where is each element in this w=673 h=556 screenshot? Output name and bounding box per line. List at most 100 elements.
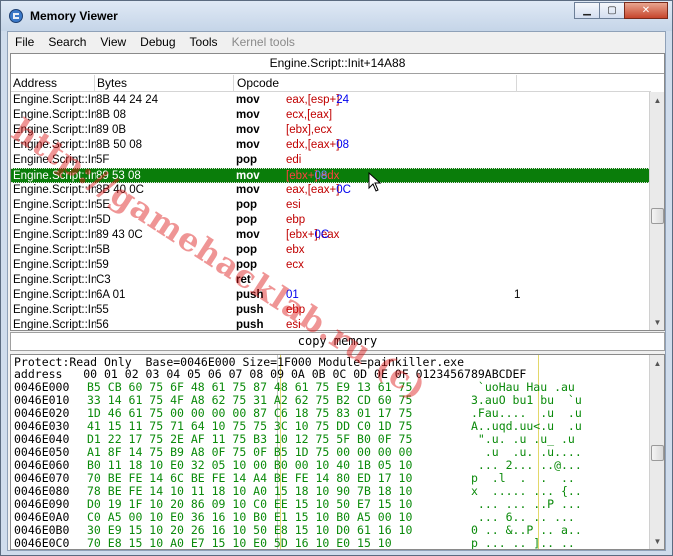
disassembler-view[interactable]: Engine.Script::Init+14A88 Address Bytes … bbox=[10, 53, 665, 331]
row-address: Engine.Script::Init bbox=[13, 94, 96, 106]
row-mnemonic: pop bbox=[236, 244, 258, 256]
disassembler-row[interactable]: Engine.Script::Init 8B 40 0C mov eax,[eax+ 0… bbox=[11, 183, 651, 198]
memory-viewer-window: Memory Viewer ▁ ▢ ✕ File Search View Debug T… bbox=[0, 0, 673, 556]
hex-scrollbar[interactable]: ▲ ▼ bbox=[649, 355, 664, 549]
client-area: File Search View Debug Tools Kernel tools Eng… bbox=[7, 31, 666, 551]
row-operands: ebx bbox=[286, 244, 305, 256]
disassembler-row[interactable]: Engine.Script::Init C3 ret bbox=[11, 273, 651, 288]
row-operands: [ebx+ 0C],eax bbox=[286, 229, 340, 241]
menu-file[interactable]: File bbox=[8, 32, 41, 52]
row-bytes: 5F bbox=[96, 154, 110, 166]
hex-row-bytes[interactable]: 70 E8 15 10 A0 E7 15 10 E0 5D 16 10 E0 1… bbox=[87, 537, 399, 550]
menu-search[interactable]: Search bbox=[41, 32, 93, 52]
disassembler-row[interactable]: Engine.Script::Init 59 pop ecx bbox=[11, 258, 651, 273]
row-extra: 1 bbox=[514, 289, 521, 301]
row-mnemonic: push bbox=[236, 289, 264, 301]
row-mnemonic: mov bbox=[236, 139, 260, 151]
disassembler-row-selected[interactable]: Engine.Script::Init 89 53 08 mov [ebx+ 08],e… bbox=[11, 168, 651, 183]
row-address: Engine.Script::Init bbox=[13, 124, 96, 136]
row-mnemonic: pop bbox=[236, 259, 258, 271]
row-operands: ecx,[eax] bbox=[286, 109, 333, 121]
row-bytes: 55 bbox=[96, 304, 109, 316]
row-mnemonic: pop bbox=[236, 154, 258, 166]
column-address[interactable]: Address bbox=[13, 76, 57, 90]
hex-scroll-thumb[interactable] bbox=[651, 445, 664, 461]
row-operands: edx,[eax+ 08] bbox=[286, 139, 349, 151]
menu-bar: File Search View Debug Tools Kernel tools bbox=[8, 32, 665, 52]
menu-kernel-tools: Kernel tools bbox=[231, 35, 295, 49]
minimize-button[interactable]: ▁ bbox=[574, 2, 600, 19]
disassembler-row[interactable]: Engine.Script::Init 6A 01 push 01 1 bbox=[11, 288, 651, 303]
scroll-up-icon[interactable]: ▲ bbox=[650, 92, 664, 108]
row-bytes: 8B 44 24 24 bbox=[96, 94, 159, 106]
scroll-up-icon[interactable]: ▲ bbox=[650, 355, 664, 371]
row-bytes: 6A 01 bbox=[96, 289, 126, 301]
mouse-cursor-icon bbox=[368, 172, 382, 192]
disassembler-row[interactable]: Engine.Script::Init 89 43 0C mov [ebx+ 0C],e… bbox=[11, 228, 651, 243]
menu-tools[interactable]: Tools bbox=[183, 32, 225, 52]
row-bytes: 5D bbox=[96, 214, 111, 226]
row-operands: ecx bbox=[286, 259, 304, 271]
row-mnemonic: mov bbox=[236, 170, 260, 182]
disassembler-row[interactable]: Engine.Script::Init 56 push esi bbox=[11, 318, 651, 331]
row-address: Engine.Script::Init bbox=[13, 274, 96, 286]
disassembler-row[interactable]: Engine.Script::Init 8B 50 08 mov edx,[eax+ 0… bbox=[11, 138, 651, 153]
row-address: Engine.Script::Init bbox=[13, 214, 96, 226]
row-mnemonic: pop bbox=[236, 214, 258, 226]
current-address-header[interactable]: Engine.Script::Init+14A88 bbox=[11, 54, 664, 74]
disassembler-row[interactable]: Engine.Script::Init 8B 44 24 24 mov eax,[es… bbox=[11, 93, 651, 108]
hex-row-address: 0046E0C0 bbox=[14, 536, 70, 550]
disassembler-row[interactable]: Engine.Script::Init 5F pop edi bbox=[11, 153, 651, 168]
title-bar[interactable]: Memory Viewer ▁ ▢ ✕ bbox=[1, 1, 672, 31]
disassembler-scrollbar[interactable]: ▲ ▼ bbox=[649, 92, 664, 330]
row-mnemonic: mov bbox=[236, 229, 260, 241]
row-bytes: 5E bbox=[96, 199, 111, 211]
row-mnemonic: mov bbox=[236, 94, 260, 106]
column-divider[interactable] bbox=[233, 75, 234, 92]
menu-debug[interactable]: Debug bbox=[133, 32, 182, 52]
disassembler-row[interactable]: Engine.Script::Init 5D pop ebp bbox=[11, 213, 651, 228]
row-address: Engine.Script::Init bbox=[13, 259, 96, 271]
hex-row-ascii[interactable]: p ... .. ].. .. bbox=[471, 537, 575, 550]
disassembler-scroll-thumb[interactable] bbox=[651, 208, 664, 224]
column-divider[interactable] bbox=[94, 75, 95, 92]
row-mnemonic: push bbox=[236, 304, 264, 316]
row-address: Engine.Script::Init bbox=[13, 184, 96, 196]
row-bytes: 59 bbox=[96, 259, 109, 271]
maximize-button[interactable]: ▢ bbox=[599, 2, 625, 19]
column-divider[interactable] bbox=[516, 75, 517, 92]
disassembler-row[interactable]: Engine.Script::Init 5B pop ebx bbox=[11, 243, 651, 258]
scroll-down-icon[interactable]: ▼ bbox=[650, 314, 664, 330]
disassembler-rows: Engine.Script::Init 8B 44 24 24 mov eax,[es… bbox=[11, 93, 651, 331]
disassembler-row[interactable]: Engine.Script::Init 89 0B mov [ebx],ecx bbox=[11, 123, 651, 138]
row-address: Engine.Script::Init bbox=[13, 289, 96, 301]
row-address: Engine.Script::Init bbox=[13, 109, 96, 121]
row-bytes: 89 0B bbox=[96, 124, 127, 136]
copy-memory-bar[interactable]: copy memory bbox=[10, 332, 665, 351]
disassembler-row[interactable]: Engine.Script::Init 8B 08 mov ecx,[eax] bbox=[11, 108, 651, 123]
row-bytes: 89 53 08 bbox=[96, 170, 141, 182]
row-bytes: 89 43 0C bbox=[96, 229, 143, 241]
maximize-icon: ▢ bbox=[607, 5, 617, 16]
row-address: Engine.Script::Init bbox=[13, 304, 96, 316]
disassembler-column-header: Address Bytes Opcode bbox=[11, 75, 651, 92]
row-operands: esi bbox=[286, 319, 301, 331]
disassembler-row[interactable]: Engine.Script::Init 55 push ebp bbox=[11, 303, 651, 318]
menu-view[interactable]: View bbox=[93, 32, 133, 52]
column-bytes[interactable]: Bytes bbox=[97, 76, 127, 90]
row-operands: eax,[eax+ 0C] bbox=[286, 184, 351, 196]
cheat-engine-icon bbox=[9, 9, 23, 23]
row-address: Engine.Script::Init bbox=[13, 170, 96, 182]
column-opcode[interactable]: Opcode bbox=[237, 76, 279, 90]
hex-view[interactable]: Protect:Read Only Base=0046E000 Size=1F0… bbox=[10, 354, 665, 550]
row-operands: esi bbox=[286, 199, 301, 211]
close-icon: ✕ bbox=[641, 5, 651, 16]
row-bytes: 5B bbox=[96, 244, 111, 256]
close-button[interactable]: ✕ bbox=[624, 2, 668, 19]
row-operands: eax,[esp+ 24] bbox=[286, 94, 349, 106]
disassembler-row[interactable]: Engine.Script::Init 5E pop esi bbox=[11, 198, 651, 213]
scroll-down-icon[interactable]: ▼ bbox=[650, 533, 664, 549]
window-title: Memory Viewer bbox=[30, 9, 118, 23]
row-address: Engine.Script::Init bbox=[13, 154, 96, 166]
row-operands: [ebx+ 08],edx bbox=[286, 170, 340, 182]
